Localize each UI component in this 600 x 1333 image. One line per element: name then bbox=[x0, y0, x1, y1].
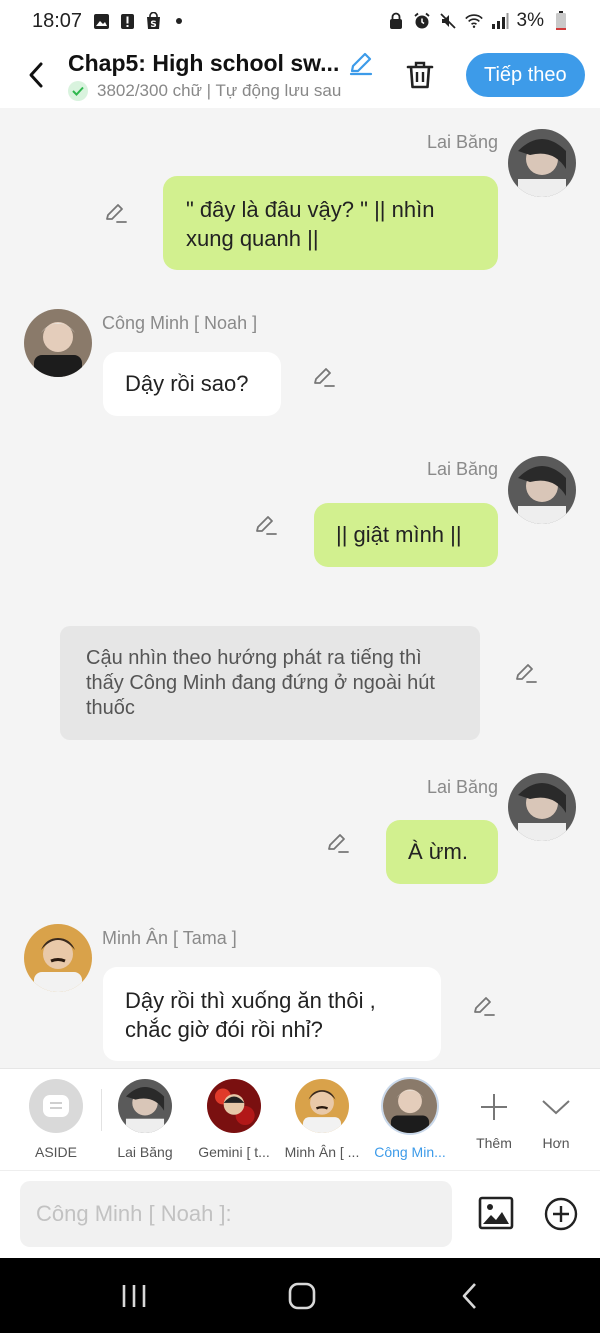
avatar bbox=[207, 1079, 261, 1133]
recent-apps-icon bbox=[122, 1285, 146, 1307]
narration-icon bbox=[43, 1095, 69, 1117]
edit-message-button[interactable] bbox=[310, 363, 338, 391]
aside-avatar bbox=[29, 1079, 83, 1133]
pencil-icon bbox=[328, 834, 349, 853]
collapse-button[interactable]: Hơn bbox=[524, 1081, 588, 1151]
edit-message-button[interactable] bbox=[102, 199, 130, 227]
chat-area[interactable]: Lai Băng " đây là đâu vậy? " || nhìn xun… bbox=[0, 108, 600, 1068]
trash-icon bbox=[406, 61, 434, 89]
character-aside[interactable]: ASIDE bbox=[14, 1079, 98, 1160]
next-button[interactable]: Tiếp theo bbox=[466, 53, 585, 97]
tool-label: Hơn bbox=[542, 1135, 570, 1151]
avatar[interactable] bbox=[508, 773, 576, 841]
pencil-icon bbox=[106, 204, 127, 223]
character-label: Công Min... bbox=[374, 1144, 446, 1160]
chevron-down-icon bbox=[542, 1100, 570, 1115]
character-label: Lai Băng bbox=[117, 1144, 173, 1160]
message-input[interactable] bbox=[20, 1181, 452, 1247]
sender-name: Minh Ân [ Tama ] bbox=[102, 928, 237, 948]
back-arrow-icon bbox=[29, 62, 43, 88]
edit-message-button[interactable] bbox=[470, 992, 498, 1020]
message-bubble[interactable]: À ừm. bbox=[386, 820, 498, 884]
edit-title-button[interactable] bbox=[347, 49, 375, 77]
status-time: 18:07 bbox=[32, 9, 83, 32]
sender-name: Công Minh [ Noah ] bbox=[102, 313, 258, 333]
add-character-button[interactable]: Thêm bbox=[462, 1081, 526, 1151]
sender-name: Lai Băng bbox=[426, 459, 498, 479]
delete-button[interactable] bbox=[398, 53, 442, 97]
character-label: Minh Ân [ ... bbox=[284, 1144, 360, 1160]
character-label: Gemini [ t... bbox=[198, 1144, 270, 1160]
shop-notification-icon: S bbox=[144, 12, 162, 30]
sender-name: Lai Băng bbox=[426, 132, 498, 152]
recent-apps-button[interactable] bbox=[114, 1276, 154, 1316]
avatar[interactable] bbox=[24, 309, 92, 377]
pencil-icon bbox=[350, 52, 373, 76]
edit-message-button[interactable] bbox=[324, 829, 352, 857]
divider bbox=[101, 1089, 102, 1131]
pencil-icon bbox=[474, 997, 495, 1016]
character-selector: ASIDE Lai Băng Gemini [ t... Minh Ân [ .… bbox=[0, 1068, 600, 1170]
system-icons: 3% bbox=[387, 10, 570, 32]
avatar[interactable] bbox=[508, 456, 576, 524]
compose-bar bbox=[0, 1170, 600, 1258]
narration-bubble[interactable]: Cậu nhìn theo hướng phát ra tiếng thì th… bbox=[60, 626, 480, 740]
sender-name: Lai Băng bbox=[426, 777, 498, 797]
battery-icon bbox=[552, 11, 570, 30]
gallery-notification-icon bbox=[92, 12, 110, 30]
character-cong-minh[interactable]: Công Min... bbox=[368, 1079, 452, 1160]
more-notifications-dot bbox=[176, 18, 183, 24]
app-header: Chap5: High school sw... 3802/300 chữ | … bbox=[0, 42, 600, 108]
system-back-button[interactable] bbox=[450, 1276, 490, 1316]
status-bar: 18:07 S 3% bbox=[0, 0, 600, 42]
message-bubble[interactable]: " đây là đâu vậy? " || nhìn xung quanh |… bbox=[163, 176, 498, 270]
back-icon bbox=[462, 1283, 476, 1309]
lock-icon bbox=[387, 12, 405, 30]
plus-icon bbox=[481, 1094, 507, 1120]
pencil-icon bbox=[314, 368, 335, 387]
alert-notification-icon bbox=[118, 12, 136, 30]
message-bubble[interactable]: Dậy rồi sao? bbox=[103, 352, 281, 416]
home-button[interactable] bbox=[282, 1276, 322, 1316]
avatar bbox=[383, 1079, 437, 1133]
word-count-autosave: 3802/300 chữ | Tự động lưu sau bbox=[97, 81, 342, 100]
avatar[interactable] bbox=[24, 924, 92, 992]
home-icon bbox=[288, 1282, 316, 1310]
message-bubble[interactable]: || giật mình || bbox=[314, 503, 498, 567]
tool-label: Thêm bbox=[476, 1135, 512, 1151]
character-lai-bang[interactable]: Lai Băng bbox=[103, 1079, 187, 1160]
svg-text:S: S bbox=[150, 20, 156, 30]
mute-icon bbox=[439, 12, 457, 30]
chapter-title[interactable]: Chap5: High school sw... bbox=[68, 50, 339, 77]
notification-icons: S bbox=[92, 12, 183, 30]
saved-check-icon bbox=[68, 81, 88, 101]
insert-image-button[interactable] bbox=[476, 1193, 516, 1233]
edit-message-button[interactable] bbox=[512, 659, 540, 687]
avatar bbox=[295, 1079, 349, 1133]
signal-icon bbox=[491, 12, 509, 30]
battery-percent: 3% bbox=[516, 10, 544, 31]
system-navigation-bar bbox=[0, 1258, 600, 1333]
wifi-icon bbox=[464, 12, 483, 30]
avatar bbox=[118, 1079, 172, 1133]
avatar[interactable] bbox=[508, 129, 576, 197]
alarm-icon bbox=[413, 12, 431, 30]
pencil-icon bbox=[516, 664, 537, 683]
image-icon bbox=[478, 1196, 514, 1230]
character-gemini[interactable]: Gemini [ t... bbox=[192, 1079, 276, 1160]
plus-circle-icon bbox=[544, 1197, 578, 1231]
character-label: ASIDE bbox=[34, 1144, 77, 1160]
add-button[interactable] bbox=[542, 1195, 580, 1233]
message-bubble[interactable]: Dậy rồi thì xuống ăn thôi , chắc giờ đói… bbox=[103, 967, 441, 1061]
edit-message-button[interactable] bbox=[252, 511, 280, 539]
back-button[interactable] bbox=[8, 47, 64, 103]
character-minh-an[interactable]: Minh Ân [ ... bbox=[280, 1079, 364, 1160]
title-block: Chap5: High school sw... 3802/300 chữ | … bbox=[68, 49, 378, 101]
pencil-icon bbox=[256, 516, 277, 535]
